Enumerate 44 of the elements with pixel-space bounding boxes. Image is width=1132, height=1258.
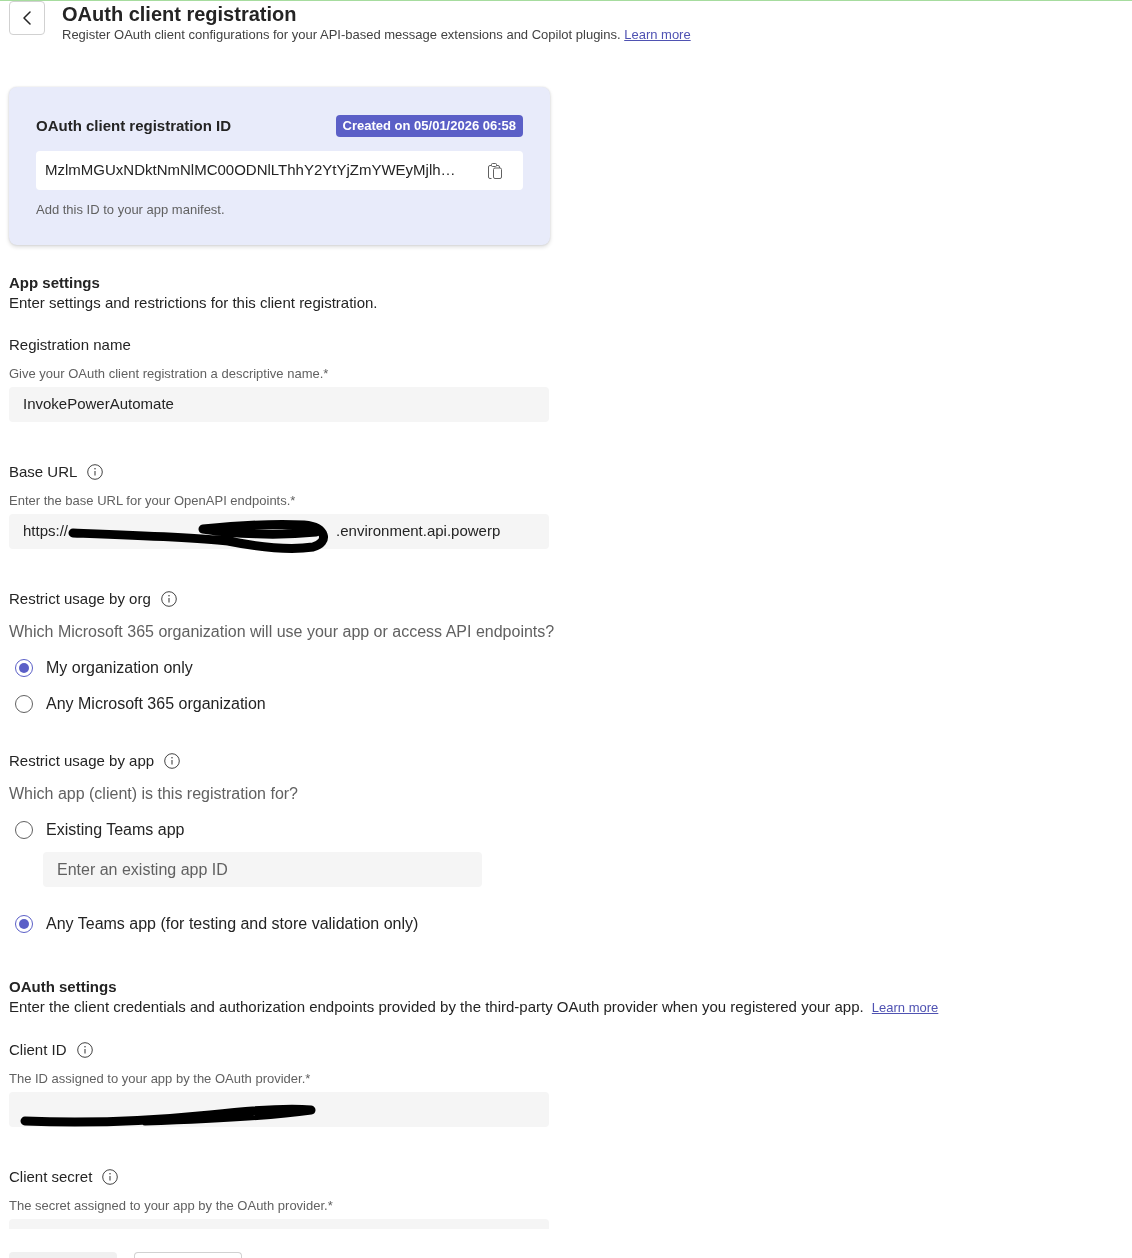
- section-title: App settings: [9, 273, 100, 293]
- field-label: Base URL: [9, 461, 78, 482]
- info-icon[interactable]: [164, 753, 181, 769]
- copy-button[interactable]: [488, 162, 502, 179]
- input-field[interactable]: [9, 1092, 549, 1127]
- radio-button[interactable]: [15, 821, 33, 839]
- field-hint: Enter the base URL for your OpenAPI endpoints.*: [9, 492, 296, 510]
- page-subtitle: Register OAuth client configurations for your API-based message extensions and Copilot plugins. Learn more: [62, 26, 691, 44]
- radio-button[interactable]: [15, 659, 33, 677]
- info-icon[interactable]: [102, 1169, 119, 1185]
- group-question: Which app (client) is this registration for?: [9, 784, 298, 804]
- created-date-badge: Created on 05/01/2026 06:58: [335, 115, 523, 137]
- section-title: OAuth settings: [9, 977, 117, 997]
- info-icon[interactable]: [76, 1042, 93, 1058]
- radio-label[interactable]: Any Teams app (for testing and store validation only): [46, 912, 419, 936]
- field-hint: The secret assigned to your app by the OAuth provider.*: [9, 1197, 333, 1215]
- field-label: Restrict usage by app: [9, 750, 155, 771]
- info-icon[interactable]: [87, 464, 104, 480]
- input-field[interactable]: Enter an existing app ID: [43, 852, 482, 887]
- section-description: Enter settings and restrictions for this client registration.: [9, 293, 378, 313]
- field-label: Restrict usage by org: [9, 588, 151, 609]
- radio-button[interactable]: [15, 695, 33, 713]
- input-field[interactable]: InvokePowerAutomate: [9, 387, 549, 422]
- field-label: Client ID: [9, 1039, 67, 1060]
- learn-more-link[interactable]: Learn more: [871, 1000, 939, 1015]
- field-hint: The ID assigned to your app by the OAuth provider.*: [9, 1070, 311, 1088]
- clipboard-icon: [488, 162, 502, 179]
- radio-button[interactable]: [15, 915, 33, 933]
- card-title: OAuth client registration ID: [36, 115, 231, 136]
- learn-more-link[interactable]: Learn more: [624, 27, 691, 42]
- section-description: Enter the client credentials and authorization endpoints provided by the third-party OAuth provider when you registered your app. Learn more: [9, 997, 939, 1017]
- registration-id-field: MzlmMGUxNDktNmNlMC00ODNlLThhY2YtYjZmYWEyMjlh…: [36, 151, 523, 190]
- radio-label[interactable]: Any Microsoft 365 organization: [46, 692, 266, 716]
- field-label: Registration name: [9, 334, 131, 355]
- field-label: Client secret: [9, 1166, 93, 1187]
- radio-label[interactable]: Existing Teams app: [46, 818, 185, 842]
- field-hint: Give your OAuth client registration a descriptive name.*: [9, 365, 329, 383]
- page-title: OAuth client registration: [62, 2, 297, 26]
- info-icon[interactable]: [160, 591, 177, 607]
- card-hint: Add this ID to your app manifest.: [36, 201, 225, 219]
- back-button[interactable]: [9, 1, 45, 35]
- group-question: Which Microsoft 365 organization will use your app or access API endpoints?: [9, 622, 555, 642]
- radio-label[interactable]: My organization only: [46, 656, 193, 680]
- chevron-left-icon: [23, 11, 31, 25]
